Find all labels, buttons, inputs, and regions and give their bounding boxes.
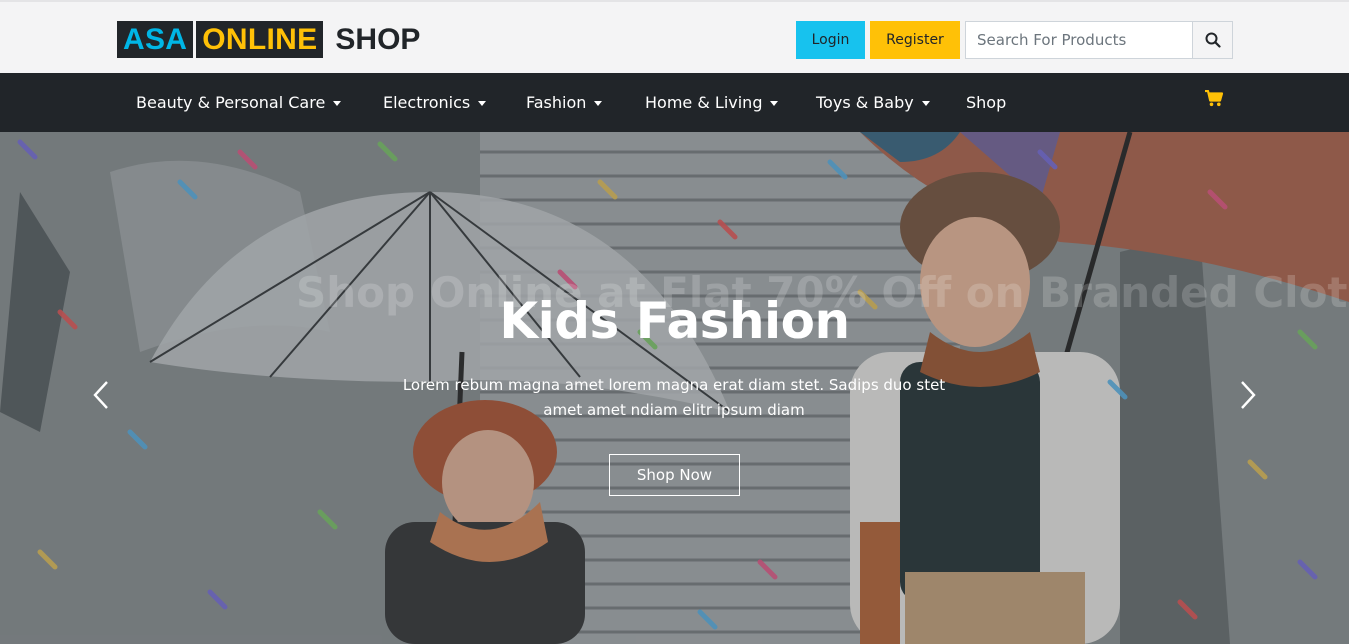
nav-item-electronics[interactable]: Electronics (383, 73, 487, 132)
search-button[interactable] (1192, 21, 1233, 59)
chevron-right-icon[interactable] (1239, 380, 1257, 410)
chevron-down-icon (594, 101, 603, 106)
nav-item-label: Beauty & Personal Care (136, 93, 326, 112)
top-header: ASA ONLINE SHOP Login Register (0, 0, 1349, 73)
hero-description: Lorem rebum magna amet lorem magna erat … (402, 376, 946, 419)
chevron-down-icon (333, 101, 342, 106)
search-icon (1205, 32, 1221, 48)
nav-item-toys-baby[interactable]: Toys & Baby (816, 73, 930, 132)
nav-item-label: Fashion (526, 93, 587, 112)
logo-part-asa: ASA (117, 21, 194, 58)
logo-part-shop: SHOP (335, 22, 421, 56)
nav-item-label: Electronics (383, 93, 471, 112)
nav-item-label: Shop (966, 93, 1007, 112)
chevron-down-icon (770, 101, 779, 106)
site-logo[interactable]: ASA ONLINE SHOP (117, 20, 420, 59)
cart-icon[interactable] (1205, 90, 1223, 107)
nav-item-label: Home & Living (645, 93, 763, 112)
register-button[interactable]: Register (870, 21, 960, 59)
hero-title: Kids Fashion (499, 292, 850, 350)
nav-item-shop[interactable]: Shop (966, 73, 1006, 132)
shop-now-button[interactable]: Shop Now (609, 454, 740, 496)
hero-carousel: Shop Online at Flat 70% Off on Branded C… (0, 132, 1349, 644)
nav-item-home-living[interactable]: Home & Living (645, 73, 779, 132)
nav-item-beauty[interactable]: Beauty & Personal Care (136, 73, 342, 132)
nav-item-fashion[interactable]: Fashion (526, 73, 603, 132)
search-bar (965, 21, 1233, 59)
chevron-down-icon (478, 101, 487, 106)
search-input[interactable] (965, 21, 1192, 59)
login-button[interactable]: Login (796, 21, 865, 59)
chevron-left-icon[interactable] (92, 380, 110, 410)
logo-part-online: ONLINE (196, 21, 324, 58)
chevron-down-icon (921, 101, 930, 106)
main-navigation: Beauty & Personal Care Electronics Fashi… (0, 73, 1349, 132)
nav-item-label: Toys & Baby (816, 93, 914, 112)
